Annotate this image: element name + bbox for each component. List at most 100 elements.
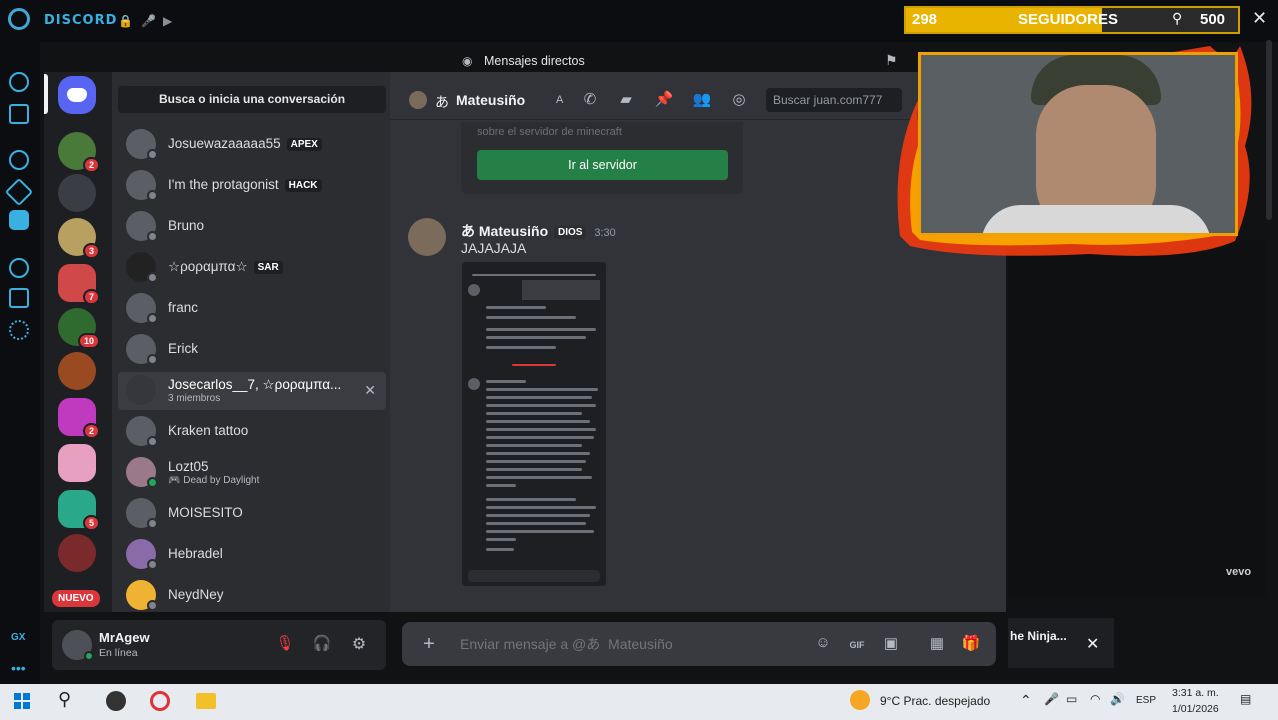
server-icon-7[interactable]: 2 — [58, 398, 100, 439]
page-title: Mensajes directos — [484, 54, 585, 68]
dm-item[interactable]: Lozt05 🎮 Dead by Daylight — [118, 454, 386, 492]
video-title: he Ninja... — [1010, 629, 1067, 643]
weather-text[interactable]: 9°C Prac. despejado — [880, 694, 990, 708]
chat-search-input[interactable]: Buscar juan.com777 — [766, 88, 902, 112]
dm-item[interactable]: Kraken tattoo — [118, 413, 386, 451]
message-avatar[interactable] — [408, 218, 446, 256]
attachment-detail — [486, 306, 546, 309]
video-call-icon[interactable]: ▰ — [616, 90, 636, 110]
close-window-icon[interactable]: ✕ — [1252, 8, 1267, 29]
refresh-icon[interactable] — [9, 72, 29, 92]
find-conversation-button[interactable]: Busca o inicia una conversación — [118, 86, 386, 113]
camera-icon[interactable]: ▶ — [163, 14, 172, 28]
dm-item[interactable]: MOISESITO — [118, 495, 386, 533]
server-icon-9[interactable]: 5 — [58, 490, 100, 531]
image-attachment[interactable] — [462, 262, 606, 586]
profile-icon[interactable]: ◎ — [729, 90, 749, 110]
clock-time[interactable]: 3:31 a. m. — [1172, 687, 1219, 699]
message-author[interactable]: あ Mateusiño DIOS 3:30 — [461, 221, 616, 241]
chevron-up-icon[interactable]: ⌃ — [1020, 692, 1032, 709]
notifications-icon[interactable]: ▤ — [1240, 692, 1251, 706]
gx-icon[interactable]: GX — [11, 632, 25, 643]
microphone-icon[interactable]: 🎤 — [141, 14, 156, 28]
user-panel — [52, 620, 386, 670]
attachment-detail — [486, 468, 582, 471]
server-icon-5[interactable]: 10 — [58, 308, 100, 349]
online-status-indicator — [84, 651, 94, 661]
microphone-tray-icon[interactable]: 🎤 — [1044, 692, 1059, 706]
search-icon[interactable]: ⚲ — [58, 689, 71, 710]
status-indicator — [147, 600, 158, 611]
dm-item[interactable]: ☆ροραμπα☆ SAR — [118, 249, 386, 287]
attachment-detail — [486, 538, 516, 541]
opera-logo-icon[interactable] — [8, 8, 30, 30]
pinned-messages-icon[interactable]: 📌 — [654, 90, 674, 110]
volume-icon[interactable]: 🔊 — [1110, 692, 1125, 706]
close-video-icon[interactable]: ✕ — [1086, 634, 1099, 654]
scrollbar[interactable] — [1266, 40, 1272, 220]
dm-name: MOISESITO — [168, 505, 243, 520]
server-icon-2[interactable] — [58, 174, 96, 212]
start-icon[interactable] — [14, 693, 30, 709]
user-status: En línea — [99, 647, 138, 659]
go-to-server-button[interactable]: Ir al servidor — [477, 150, 728, 180]
mute-microphone-icon[interactable]: 🎙 — [274, 634, 296, 656]
server-icon-8[interactable] — [58, 444, 96, 482]
more-icon[interactable]: ••• — [11, 660, 26, 676]
server-icon-6[interactable] — [58, 352, 96, 390]
close-dm-icon[interactable]: ✕ — [364, 382, 376, 399]
server-icon-1[interactable]: 2 — [58, 132, 100, 173]
dm-name: Lozt05 — [168, 459, 209, 474]
server-icon-4[interactable]: 7 — [58, 264, 100, 305]
clock-date[interactable]: 1/01/2026 — [1172, 703, 1219, 715]
dm-name: I'm the protagonist HACK — [168, 177, 322, 192]
dm-item[interactable]: I'm the protagonist HACK — [118, 167, 386, 205]
dm-item[interactable]: Josuewazaaaaa55 APEX — [118, 126, 386, 164]
add-friends-icon[interactable]: 👥 — [692, 90, 712, 110]
header-avatar — [409, 91, 427, 109]
opera-gx-icon[interactable] — [150, 691, 170, 711]
attachment-detail — [486, 460, 586, 463]
mention-badge: 2 — [82, 423, 100, 439]
voice-call-icon[interactable]: ✆ — [580, 90, 600, 110]
server-icon-3[interactable]: 3 — [58, 218, 100, 259]
settings-icon[interactable] — [9, 320, 29, 340]
user-settings-icon[interactable]: ⚙ — [348, 634, 370, 656]
file-explorer-icon[interactable] — [196, 693, 216, 709]
shop-icon[interactable] — [9, 104, 29, 124]
wifi-icon[interactable]: ◠ — [1090, 692, 1100, 706]
gif-icon[interactable]: GIF — [846, 634, 868, 656]
attachment-detail — [472, 274, 596, 276]
whatsapp-icon[interactable] — [9, 150, 29, 170]
discord-sidebar-icon[interactable] — [9, 210, 29, 230]
extensions-icon[interactable] — [9, 288, 29, 308]
dm-name: Kraken tattoo — [168, 423, 249, 438]
status-indicator — [147, 518, 158, 529]
message-input[interactable] — [460, 636, 800, 652]
dm-item[interactable]: Erick — [118, 331, 386, 369]
apps-icon[interactable]: ▦ — [926, 634, 948, 656]
attachment-detail — [486, 428, 596, 431]
attach-plus-icon[interactable]: + — [418, 633, 440, 655]
dm-item[interactable]: Bruno — [118, 208, 386, 246]
attachment-detail — [486, 476, 592, 479]
emoji-icon[interactable]: ☺ — [812, 634, 834, 656]
dm-item[interactable]: franc — [118, 290, 386, 328]
dm-item-group[interactable]: Josecarlos__7, ☆ροραμπα... 3 miembros ✕ — [118, 372, 386, 410]
home-button[interactable] — [58, 76, 96, 114]
dm-item[interactable]: NeydNey — [118, 577, 386, 615]
history-icon[interactable] — [9, 258, 29, 278]
gift-icon[interactable]: 🎁 — [960, 634, 982, 656]
dm-name-text: ☆ροραμπα☆ — [168, 259, 248, 274]
battery-icon[interactable]: ▭ — [1066, 692, 1077, 706]
app-icon[interactable] — [106, 691, 126, 711]
language-indicator[interactable]: ESP — [1136, 695, 1156, 706]
dm-name-text: Josuewazaaaaa55 — [168, 136, 281, 151]
dm-item[interactable]: Hebradel — [118, 536, 386, 574]
attachment-detail — [486, 522, 586, 525]
headphones-icon[interactable]: 🎧 — [311, 634, 333, 656]
sticker-icon[interactable]: ▣ — [880, 634, 902, 656]
role-badge: DIOS — [554, 226, 587, 239]
server-icon-10[interactable] — [58, 534, 96, 572]
game-icon: 🎮 — [168, 475, 181, 486]
